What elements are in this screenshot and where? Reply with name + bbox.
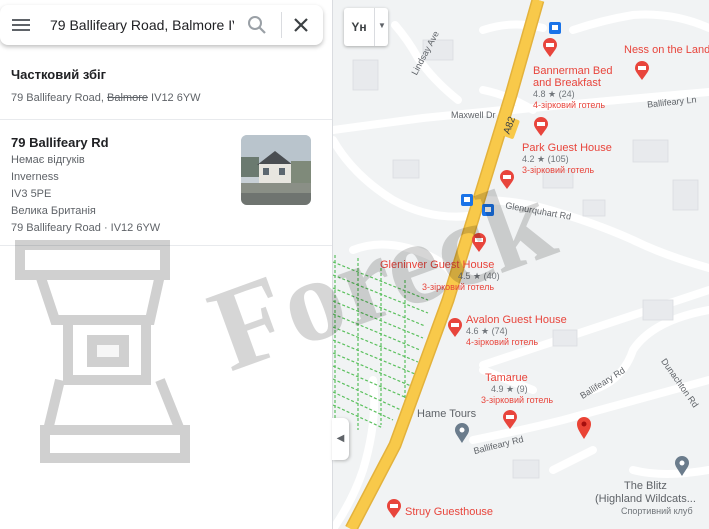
- poi-rating: 4.5 ★ (40): [458, 271, 500, 281]
- poi-class: 4-зірковий готель: [533, 100, 606, 110]
- layers-toggle-icon[interactable]: Yн: [344, 8, 374, 46]
- poi-tamarue[interactable]: Tamarue 4.9 ★ (9) 3-зірковий готель: [481, 372, 553, 405]
- gray-place-icon[interactable]: [674, 455, 690, 477]
- search-divider: [281, 12, 282, 38]
- poi-struy-guesthouse[interactable]: Struy Guesthouse: [405, 506, 493, 518]
- street-view-thumbnail[interactable]: [241, 135, 311, 205]
- poi-name: Tamarue: [485, 372, 528, 384]
- hotel-marker-icon[interactable]: [499, 170, 515, 190]
- search-input[interactable]: [50, 14, 234, 36]
- poi-name: Avalon Guest House: [466, 314, 567, 326]
- poi-sub-label: Спортивний клуб: [621, 506, 693, 516]
- poi-name: Park Guest House: [522, 142, 612, 154]
- search-icon[interactable]: [246, 14, 268, 36]
- poi-the-blitz[interactable]: The Blitz (Highland Wildcats...: [595, 480, 696, 506]
- gray-place-icon[interactable]: [454, 422, 470, 444]
- partial-match-heading: Частковий збіг: [11, 67, 107, 82]
- poi-bannerman[interactable]: Bannerman Bed and Breakfast 4.8 ★ (24) 4…: [533, 65, 613, 110]
- divider: [0, 245, 332, 246]
- poi-class: 3-зірковий готель: [522, 165, 595, 175]
- address-struck-part: Balmore: [107, 92, 148, 104]
- result-title[interactable]: 79 Ballifeary Rd: [11, 135, 109, 150]
- menu-icon[interactable]: [10, 15, 32, 35]
- address-part: 79 Ballifeary Road,: [11, 92, 104, 104]
- layers-toggle-button[interactable]: Yн ▼: [344, 8, 388, 46]
- hotel-marker-icon[interactable]: [471, 233, 487, 253]
- hotel-marker-icon[interactable]: [502, 410, 518, 430]
- poi-class: 4-зірковий готель: [466, 337, 539, 347]
- poi-name: Bannerman Bed and Breakfast: [533, 65, 613, 89]
- hotel-marker-icon[interactable]: [386, 499, 402, 519]
- side-panel: Частковий збіг 79 Ballifeary Road, Balmo…: [0, 0, 332, 529]
- poi-avalon[interactable]: Avalon Guest House 4.6 ★ (74) 4-зірковий…: [466, 314, 567, 347]
- poi-name: Gleninver Guest House: [380, 259, 495, 271]
- poi-class: 3-зірковий готель: [481, 395, 554, 405]
- poi-ness-on-the-land[interactable]: Ness on the Land: [624, 44, 709, 56]
- poi-gleninver[interactable]: Gleninver Guest House 4.5 ★ (40) 3-зірко…: [380, 259, 500, 292]
- poi-rating: 4.8 ★ (24): [533, 89, 575, 99]
- result-full-address: 79 Ballifeary Road · IV12 6YW: [11, 222, 161, 234]
- search-box: [0, 5, 323, 45]
- result-reviews: Немає відгуків: [11, 154, 85, 166]
- map-canvas[interactable]: Lindsay Ave Maxwell Dr Ballifeary Ln Gle…: [333, 0, 709, 529]
- hotel-marker-icon[interactable]: [447, 318, 463, 338]
- hotel-marker-icon[interactable]: [542, 38, 558, 58]
- bus-stop-icon[interactable]: [461, 194, 473, 206]
- result-postcode: IV3 5PE: [11, 188, 52, 200]
- red-location-pin-icon[interactable]: [576, 416, 592, 440]
- result-country: Велика Британія: [11, 205, 96, 217]
- collapse-panel-button[interactable]: ◀: [332, 418, 349, 460]
- poi-rating: 4.2 ★ (105): [522, 154, 569, 164]
- poi-class: 3-зірковий готель: [422, 282, 495, 292]
- close-icon[interactable]: [290, 14, 312, 36]
- chevron-down-icon[interactable]: ▼: [374, 8, 389, 46]
- address-part: IV12 6YW: [151, 92, 201, 104]
- street-label: Maxwell Dr: [451, 110, 496, 120]
- hotel-marker-icon[interactable]: [634, 61, 650, 81]
- poi-park-guest-house[interactable]: Park Guest House 4.2 ★ (105) 3-зірковий …: [522, 142, 612, 175]
- partial-match-address: 79 Ballifeary Road, Balmore IV12 6YW: [11, 92, 201, 104]
- result-card[interactable]: 79 Ballifeary Rd Немає відгуків Invernes…: [0, 120, 332, 244]
- poi-rating: 4.6 ★ (74): [466, 326, 508, 336]
- poi-hame-tours[interactable]: Hame Tours: [417, 408, 476, 421]
- result-city: Inverness: [11, 171, 59, 183]
- hotel-marker-icon[interactable]: [533, 117, 549, 137]
- bus-stop-icon[interactable]: [549, 22, 561, 34]
- bus-stop-icon[interactable]: [482, 204, 494, 216]
- poi-rating: 4.9 ★ (9): [491, 384, 528, 394]
